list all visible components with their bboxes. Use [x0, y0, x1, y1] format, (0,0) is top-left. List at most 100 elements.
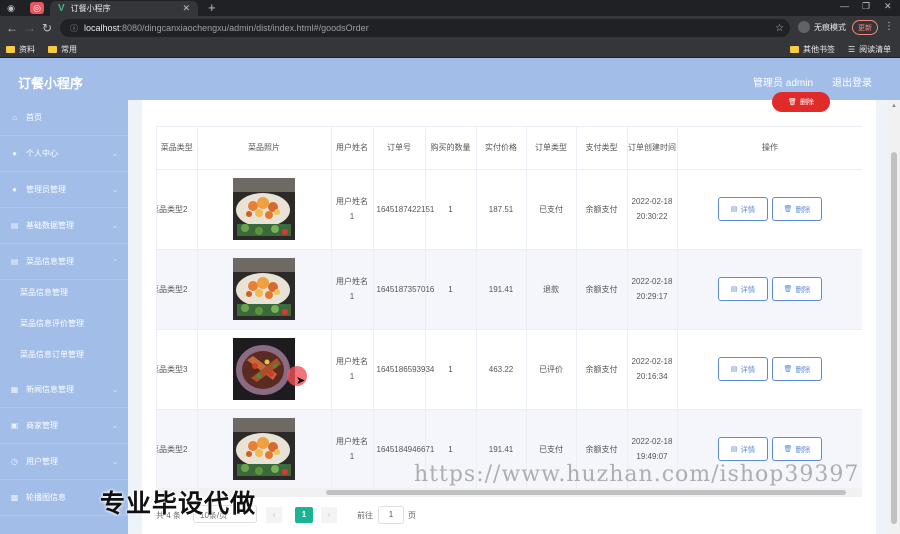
detail-button[interactable]: ▤ 详情	[718, 437, 768, 461]
reload-icon[interactable]: ↻	[42, 21, 52, 35]
sidebar-item-label: 轮播图信息	[26, 493, 66, 502]
sidebar-item-dish-info[interactable]: ▤ 菜品信息管理 ⌃	[0, 244, 128, 280]
minimize-icon[interactable]: —	[840, 1, 849, 11]
dish-type-text: 菜品类型3	[157, 364, 188, 374]
new-tab-icon[interactable]: +	[208, 0, 216, 15]
created-time-text: 2022-02-18 20:29:17	[631, 277, 673, 301]
sidebar-item-news[interactable]: ▦ 新闻信息管理 ⌄	[0, 372, 128, 408]
col-header[interactable]: 实付价格	[476, 127, 527, 170]
scroll-thumb[interactable]	[326, 490, 846, 495]
order-type-text: 退款	[543, 284, 559, 294]
sidebar-item-admins[interactable]: ● 管理员管理 ⌄	[0, 172, 128, 208]
dish-type-text: 菜品类型2	[157, 204, 188, 214]
pinned-tab-icon[interactable]: ◎	[30, 2, 44, 14]
col-header[interactable]: 菜品照片	[197, 127, 332, 170]
folder-icon	[790, 46, 799, 53]
delete-button[interactable]: 🗑 删除	[772, 437, 822, 461]
table-row[interactable]: 菜品类型2 用户姓名1 1645187357016 1 191.41 退款 余额支付 202…	[157, 249, 862, 330]
dish-photo[interactable]	[233, 338, 295, 400]
logout-link[interactable]: 退出登录	[832, 74, 872, 89]
sidebar-item-basic-data[interactable]: ▤ 基础数据管理 ⌄	[0, 208, 128, 244]
bookmark-star-icon[interactable]: ☆	[775, 23, 784, 34]
orders-table: 菜品类型 菜品照片 用户姓名 订单号 购买的数量 实付价格 订单类型 支付类型 …	[156, 126, 862, 488]
sidebar-item-home[interactable]: ⌂ 首页	[0, 100, 128, 136]
scroll-thumb[interactable]	[891, 152, 897, 524]
detail-button[interactable]: ▤ 详情	[718, 277, 768, 301]
detail-button[interactable]: ▤ 详情	[718, 197, 768, 221]
col-header[interactable]: 菜品类型	[157, 127, 198, 170]
user-name-cell: 用户姓名1	[331, 249, 374, 330]
page-number-active[interactable]: 1	[295, 507, 313, 523]
address-bar: ← → ↻ ⓘ localhost :8080/dingcanxiaocheng…	[0, 16, 900, 40]
bookmark-folder[interactable]: 资料	[6, 44, 35, 55]
detail-button[interactable]: ▤ 详情	[718, 357, 768, 381]
bookmark-folder[interactable]: 常用	[48, 44, 77, 55]
sidebar-item-merchants[interactable]: ▣ 商家管理 ⌄	[0, 408, 128, 444]
update-button[interactable]: 更新	[852, 20, 878, 35]
chevron-down-icon: ⌄	[112, 222, 118, 230]
prev-page-icon[interactable]: ‹	[266, 507, 282, 523]
forward-icon[interactable]: →	[24, 21, 36, 35]
incognito-icon	[798, 21, 810, 33]
col-header[interactable]: 购买的数量	[425, 127, 477, 170]
sidebar-item-profile[interactable]: ● 个人中心 ⌄	[0, 136, 128, 172]
price-text: 191.41	[488, 284, 514, 294]
col-header[interactable]: 订单类型	[526, 127, 577, 170]
delete-button[interactable]: 🗑 删除	[772, 197, 822, 221]
trash-icon: 🗑	[788, 99, 797, 106]
dish-photo[interactable]	[233, 178, 295, 240]
bookmark-label: 常用	[61, 45, 77, 54]
actions-cell: ▤ 详情 🗑 删除	[677, 169, 862, 250]
incognito-indicator[interactable]: 无痕模式	[798, 21, 846, 33]
col-header[interactable]: 支付类型	[576, 127, 628, 170]
dish-photo[interactable]	[233, 258, 295, 320]
tab-active[interactable]: V 订餐小程序 ✕	[50, 1, 198, 16]
pay-type-cell: 余额支付	[576, 169, 628, 250]
vertical-scrollbar[interactable]: ▲	[888, 100, 900, 534]
table-row[interactable]: 菜品类型3 用户姓名1 1645186593934 1 463.22 已评价 余额支付 20…	[157, 329, 862, 410]
window-icon[interactable]: ◉	[4, 2, 18, 14]
price-cell: 463.22	[476, 329, 527, 410]
horizontal-scrollbar[interactable]	[156, 488, 862, 497]
table-header-row: 菜品类型 菜品照片 用户姓名 订单号 购买的数量 实付价格 订单类型 支付类型 …	[157, 127, 862, 170]
sidebar-subitem-dish-reviews[interactable]: 菜品信息评价管理	[0, 308, 128, 339]
sidebar-item-users[interactable]: ◷ 用户管理 ⌄	[0, 444, 128, 480]
user-name-cell: 用户姓名1	[331, 329, 374, 410]
sidebar-subitem-dish-info[interactable]: 菜品信息管理	[0, 277, 128, 308]
tab-close-icon[interactable]: ✕	[182, 3, 190, 14]
info-icon[interactable]: ⓘ	[70, 23, 78, 34]
order-no-text: 1645187357016	[376, 284, 435, 294]
bookmark-label: 其他书签	[803, 45, 835, 54]
browser-menu-icon[interactable]: ⋮	[884, 21, 894, 32]
folder-icon	[48, 46, 57, 53]
back-icon[interactable]: ←	[6, 21, 18, 35]
reading-list[interactable]: ☰ 阅读清单	[848, 44, 891, 55]
delete-button[interactable]: 🗑 删除	[772, 277, 822, 301]
quantity-text: 1	[448, 444, 453, 454]
pay-type-text: 余额支付	[585, 204, 618, 214]
dish-photo[interactable]	[233, 418, 295, 480]
close-window-icon[interactable]: ✕	[884, 1, 892, 12]
bookmark-label: 资料	[19, 45, 35, 54]
delete-button[interactable]: 🗑 删除	[772, 357, 822, 381]
scroll-up-icon[interactable]: ▲	[891, 103, 897, 109]
next-page-icon[interactable]: ›	[321, 507, 337, 523]
col-header[interactable]: 订单创建时间	[627, 127, 678, 170]
col-header[interactable]: 订单号	[373, 127, 426, 170]
detail-label: 详情	[740, 284, 756, 294]
quantity-text: 1	[448, 284, 453, 294]
order-type-cell: 已支付	[526, 169, 577, 250]
goto-page-input[interactable]: 1	[378, 506, 404, 524]
col-header[interactable]: 用户姓名	[331, 127, 374, 170]
table-row[interactable]: 菜品类型2 用户姓名1 1645187422151 1 187.51 已支付 余额支付 20…	[157, 169, 862, 250]
photo-cell	[197, 169, 332, 250]
sidebar-subitem-dish-orders[interactable]: 菜品信息订单管理	[0, 339, 128, 370]
batch-delete-button[interactable]: 🗑 删除	[772, 92, 830, 112]
price-text: 187.51	[488, 204, 514, 214]
detail-label: 详情	[740, 444, 756, 454]
maximize-icon[interactable]: ❐	[862, 1, 870, 12]
url-field[interactable]: ⓘ localhost :8080/dingcanxiaochengxu/adm…	[60, 19, 790, 37]
order-type-text: 已评价	[539, 364, 563, 374]
created-time-cell: 2022-02-18 20:29:17	[627, 249, 678, 330]
bookmark-folder[interactable]: 其他书签	[790, 44, 835, 55]
